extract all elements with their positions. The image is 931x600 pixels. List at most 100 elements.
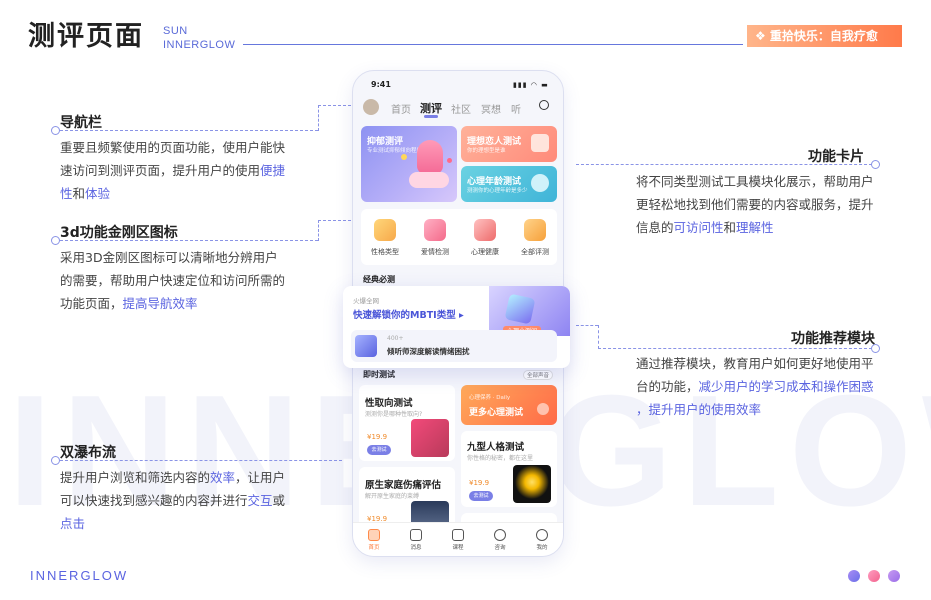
tab-meditation[interactable]: 冥想 <box>481 101 501 116</box>
card-subtitle: 你的理想型是谁 <box>467 148 506 154</box>
feed-subtitle: 测测你是哪种性取向? <box>365 411 423 418</box>
header-sub-sun: SUN <box>163 25 188 37</box>
promo-recommend-card[interactable]: 火爆全网 快速解锁你的MBTI类型 ▸ 心理小测间 400+ 倾听师深度解读情绪… <box>343 286 570 368</box>
heart-icon <box>531 174 549 192</box>
search-icon[interactable] <box>539 100 549 110</box>
feed-item-enneagram[interactable]: 九型人格测试 你性格的秘密，都在这里 ¥19.9 去测试 <box>461 431 557 507</box>
feed-item-more-tests[interactable]: 心理保养 · Daily 更多心理测试 <box>461 385 557 425</box>
promo-title: 快速解锁你的MBTI类型 ▸ <box>353 310 464 321</box>
footer-dot <box>848 570 860 582</box>
nav-messages[interactable]: 消息 <box>401 529 431 551</box>
connector-line <box>318 105 319 131</box>
go-test-button[interactable]: 去测试 <box>469 491 493 501</box>
connector-line <box>576 164 872 165</box>
annotation-waterfall-title: 双瀑布流 <box>60 445 116 461</box>
text: 台的功能， <box>636 379 699 394</box>
annotation-line: 性和体验 <box>60 182 300 205</box>
connector-line <box>60 130 318 131</box>
kingkong-label: 性格类型 <box>371 248 399 256</box>
decor-dot <box>447 158 452 163</box>
card-depression-test[interactable]: 抑郁测评 专业测试抑郁倾向程度 <box>361 126 457 202</box>
footer-brand: INNERGLOW <box>30 568 129 583</box>
promo-sub-card[interactable]: 400+ 倾听师深度解读情绪困扰 <box>351 330 557 362</box>
annotation-line: 将不同类型测试工具模块化展示，帮助用户 <box>636 174 874 189</box>
kingkong-love[interactable]: 爱情检测 <box>415 219 455 257</box>
annotation-recommend-title: 功能推荐模块 <box>791 331 875 347</box>
feed-item-family-trauma[interactable]: 原生家庭伤痛评估 解开原生家庭的束缚 ¥19.9 <box>359 467 455 527</box>
tab-assessment[interactable]: 测评 <box>420 100 442 116</box>
feed-title: 更多心理测试 <box>469 408 524 418</box>
highlight-text: 减少用户的学习成本和操作困惑 <box>698 379 874 394</box>
nav-label: 我的 <box>536 545 548 551</box>
annotation-line: 更轻松地找到他们需要的内容或服务，提升 <box>636 197 874 212</box>
connector-line <box>60 240 318 241</box>
feed-subtitle: 心理保养 · Daily <box>469 395 511 401</box>
annotation-line: 台的功能，减少用户的学习成本和操作困惑 <box>636 375 881 398</box>
annotation-line: 可以快速找到感兴趣的内容并进行交互或 <box>60 489 300 512</box>
feed-title: 性取向测试 <box>365 398 413 409</box>
3d-figure-base <box>409 172 449 188</box>
clipboard-icon <box>524 219 546 241</box>
kingkong-label: 爱情检测 <box>421 248 449 256</box>
message-icon <box>410 529 422 541</box>
kingkong-mental-health[interactable]: 心理健康 <box>465 219 505 257</box>
tab-community[interactable]: 社区 <box>451 101 471 116</box>
connector-line <box>318 105 356 106</box>
headset-icon <box>494 529 506 541</box>
annotation-kingkong-title: 3d功能金刚区图标 <box>60 225 178 241</box>
page-title: 测评页面 <box>28 21 144 52</box>
tab-indicator <box>424 115 438 118</box>
decor-dot <box>401 154 407 160</box>
feed-price: ¥19.9 <box>469 479 490 487</box>
annotation-line: 信息的可访问性和理解性 <box>636 216 876 239</box>
highlight-text: 点击 <box>60 516 86 531</box>
highlight-text: 体验 <box>85 186 111 201</box>
card-ideal-lover-test[interactable]: 理想恋人测试 你的理想型是谁 <box>461 126 557 162</box>
nav-label: 咨询 <box>494 545 506 551</box>
avatar[interactable] <box>363 99 379 115</box>
annotation-cards-body: 将不同类型测试工具模块化展示，帮助用户 更轻松地找到他们需要的内容或服务，提升 … <box>636 170 876 239</box>
header-badge: ❖ 重拾快乐：自我疗愈 <box>747 25 902 47</box>
highlight-text: 提高导航效率 <box>122 296 198 311</box>
annotation-nav-title: 导航栏 <box>60 115 102 131</box>
card-mental-age-test[interactable]: 心理年龄测试 测测你的心理年龄是多少 <box>461 166 557 202</box>
annotation-line: 的需要，帮助用户快速定位和访问所需的 <box>60 273 286 288</box>
graduation-cap-icon <box>452 529 464 541</box>
kingkong-label: 心理健康 <box>471 248 499 256</box>
header-sub-innerglow: INNERGLOW <box>163 39 236 51</box>
annotation-dot <box>51 456 60 465</box>
nav-label: 首页 <box>368 545 380 551</box>
kingkong-personality[interactable]: 性格类型 <box>365 219 405 257</box>
3d-figure-illustration <box>417 140 443 174</box>
feed-illustration <box>411 419 449 457</box>
annotation-cards-title: 功能卡片 <box>808 149 864 165</box>
annotation-line: 通过推荐模块，教育用户如何更好地使用平 <box>636 356 874 371</box>
text: 提升用户浏览和筛选内容的 <box>60 470 211 485</box>
nav-home[interactable]: 首页 <box>359 529 389 551</box>
nav-profile[interactable]: 我的 <box>527 529 557 551</box>
tab-listen[interactable]: 听 <box>511 101 521 116</box>
nav-courses[interactable]: 课程 <box>443 529 473 551</box>
connector-line <box>318 220 319 241</box>
feed-subtitle: 你性格的秘密，都在这里 <box>467 455 534 462</box>
go-test-button[interactable]: 去测试 <box>367 445 391 455</box>
annotation-line: 提升用户浏览和筛选内容的效率，让用户 <box>60 466 300 489</box>
section-instant-title: 即时测试 <box>363 370 395 379</box>
connector-line <box>60 460 342 461</box>
arrow-icon <box>537 403 549 415</box>
annotation-dot <box>51 126 60 135</box>
health-icon <box>474 219 496 241</box>
section-classic-title: 经典必测 <box>363 275 395 284</box>
text: 可以快速找到感兴趣的内容并进行 <box>60 493 248 508</box>
annotation-line: 功能页面，提高导航效率 <box>60 292 300 315</box>
kingkong-all-tests[interactable]: 全部评测 <box>515 219 555 257</box>
feed-item-orientation[interactable]: 性取向测试 测测你是哪种性取向? ¥19.9 去测试 <box>359 385 455 461</box>
tab-home[interactable]: 首页 <box>391 101 411 116</box>
smile-icon <box>374 219 396 241</box>
view-all-link[interactable]: 全部声音 <box>523 370 554 380</box>
footer-dot <box>868 570 880 582</box>
nav-consult[interactable]: 咨询 <box>485 529 515 551</box>
card-subtitle: 专业测试抑郁倾向程度 <box>367 148 423 154</box>
kingkong-area: 性格类型 爱情检测 心理健康 全部评测 <box>361 209 557 265</box>
feed-illustration <box>513 465 551 503</box>
